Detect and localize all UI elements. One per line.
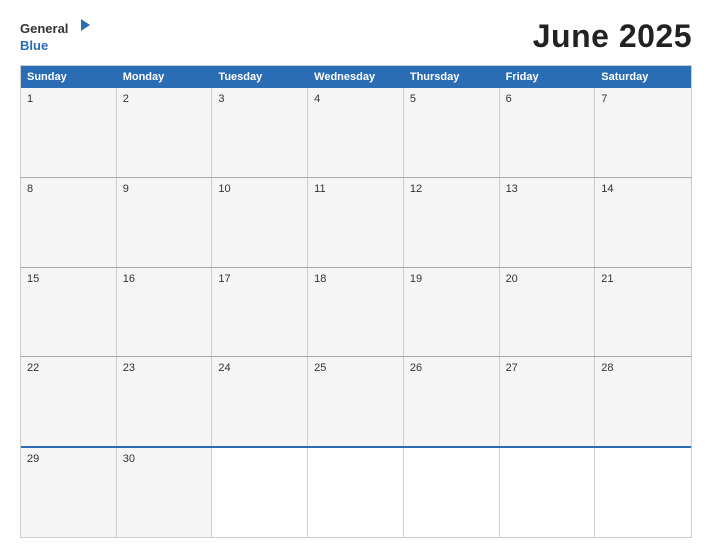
- day-empty-1: [212, 448, 308, 537]
- day-17: 17: [212, 268, 308, 357]
- day-empty-4: [500, 448, 596, 537]
- day-2: 2: [117, 88, 213, 177]
- day-23: 23: [117, 357, 213, 446]
- day-12: 12: [404, 178, 500, 267]
- week-row-2: 8 9 10 11 12 13 14: [21, 177, 691, 267]
- day-24: 24: [212, 357, 308, 446]
- header-tuesday: Tuesday: [212, 66, 308, 88]
- day-25: 25: [308, 357, 404, 446]
- day-26: 26: [404, 357, 500, 446]
- day-7: 7: [595, 88, 691, 177]
- day-9: 9: [117, 178, 213, 267]
- day-15: 15: [21, 268, 117, 357]
- day-30: 30: [117, 448, 213, 537]
- week-row-1: 1 2 3 4 5 6 7: [21, 88, 691, 177]
- calendar-title: June 2025: [533, 18, 692, 55]
- day-11: 11: [308, 178, 404, 267]
- logo-flag-icon: [70, 17, 92, 39]
- header-friday: Friday: [500, 66, 596, 88]
- day-10: 10: [212, 178, 308, 267]
- day-empty-5: [595, 448, 691, 537]
- day-29: 29: [21, 448, 117, 537]
- header: General Blue June 2025: [20, 18, 692, 55]
- calendar-body: 1 2 3 4 5 6 7 8 9 10 11 12 13 14 15 16: [21, 88, 691, 537]
- logo-text-general: General: [20, 22, 68, 36]
- calendar: Sunday Monday Tuesday Wednesday Thursday…: [20, 65, 692, 538]
- day-6: 6: [500, 88, 596, 177]
- day-3: 3: [212, 88, 308, 177]
- day-5: 5: [404, 88, 500, 177]
- day-16: 16: [117, 268, 213, 357]
- day-20: 20: [500, 268, 596, 357]
- day-22: 22: [21, 357, 117, 446]
- week-row-4: 22 23 24 25 26 27 28: [21, 356, 691, 446]
- header-thursday: Thursday: [404, 66, 500, 88]
- logo-text-blue: Blue: [20, 39, 48, 53]
- day-27: 27: [500, 357, 596, 446]
- day-4: 4: [308, 88, 404, 177]
- day-18: 18: [308, 268, 404, 357]
- day-1: 1: [21, 88, 117, 177]
- day-8: 8: [21, 178, 117, 267]
- week-row-3: 15 16 17 18 19 20 21: [21, 267, 691, 357]
- header-sunday: Sunday: [21, 66, 117, 88]
- header-wednesday: Wednesday: [308, 66, 404, 88]
- header-monday: Monday: [117, 66, 213, 88]
- week-row-5: 29 30: [21, 446, 691, 537]
- header-saturday: Saturday: [595, 66, 691, 88]
- day-21: 21: [595, 268, 691, 357]
- day-empty-2: [308, 448, 404, 537]
- logo: General Blue: [20, 19, 92, 53]
- calendar-page: General Blue June 2025 Sunday Monday Tue…: [0, 0, 712, 550]
- day-13: 13: [500, 178, 596, 267]
- day-14: 14: [595, 178, 691, 267]
- calendar-header-row: Sunday Monday Tuesday Wednesday Thursday…: [21, 66, 691, 88]
- day-28: 28: [595, 357, 691, 446]
- day-empty-3: [404, 448, 500, 537]
- day-19: 19: [404, 268, 500, 357]
